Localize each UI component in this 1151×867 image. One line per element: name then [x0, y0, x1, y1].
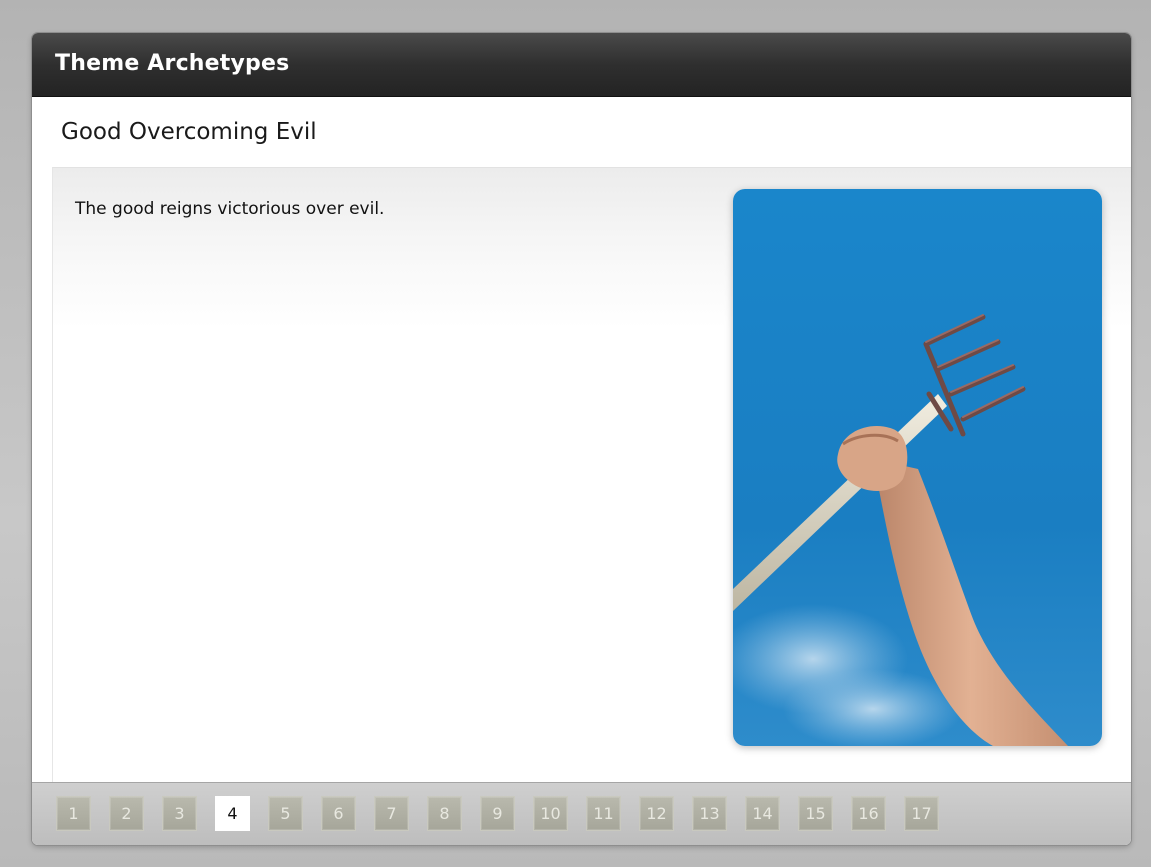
page-button-7[interactable]: 7 — [374, 796, 409, 831]
page-button-1[interactable]: 1 — [56, 796, 91, 831]
page-button-8[interactable]: 8 — [427, 796, 462, 831]
page-button-14[interactable]: 14 — [745, 796, 780, 831]
page-button-17[interactable]: 17 — [904, 796, 939, 831]
page-button-16[interactable]: 16 — [851, 796, 886, 831]
pitchfork-photo — [733, 189, 1102, 746]
page-button-4-current[interactable]: 4 — [215, 796, 250, 831]
slide-body-text: The good reigns victorious over evil. — [75, 199, 385, 219]
slide-title: Good Overcoming Evil — [61, 119, 317, 145]
page-button-11[interactable]: 11 — [586, 796, 621, 831]
page-button-2[interactable]: 2 — [109, 796, 144, 831]
page-button-15[interactable]: 15 — [798, 796, 833, 831]
page-button-12[interactable]: 12 — [639, 796, 674, 831]
content-panel: The good reigns victorious over evil. — [52, 167, 1131, 782]
pitchfork-image-icon — [733, 189, 1102, 746]
page-button-5[interactable]: 5 — [268, 796, 303, 831]
title-bar: Theme Archetypes — [32, 33, 1131, 97]
page-navigation: 1 2 3 4 5 6 7 8 9 10 11 12 13 14 15 16 1… — [56, 796, 957, 831]
page-button-13[interactable]: 13 — [692, 796, 727, 831]
page-button-9[interactable]: 9 — [480, 796, 515, 831]
page-button-3[interactable]: 3 — [162, 796, 197, 831]
app-title: Theme Archetypes — [55, 51, 290, 76]
slide-window: Theme Archetypes Good Overcoming Evil Th… — [32, 33, 1131, 845]
page-button-6[interactable]: 6 — [321, 796, 356, 831]
pager-bar: 1 2 3 4 5 6 7 8 9 10 11 12 13 14 15 16 1… — [32, 782, 1131, 845]
page-button-10[interactable]: 10 — [533, 796, 568, 831]
